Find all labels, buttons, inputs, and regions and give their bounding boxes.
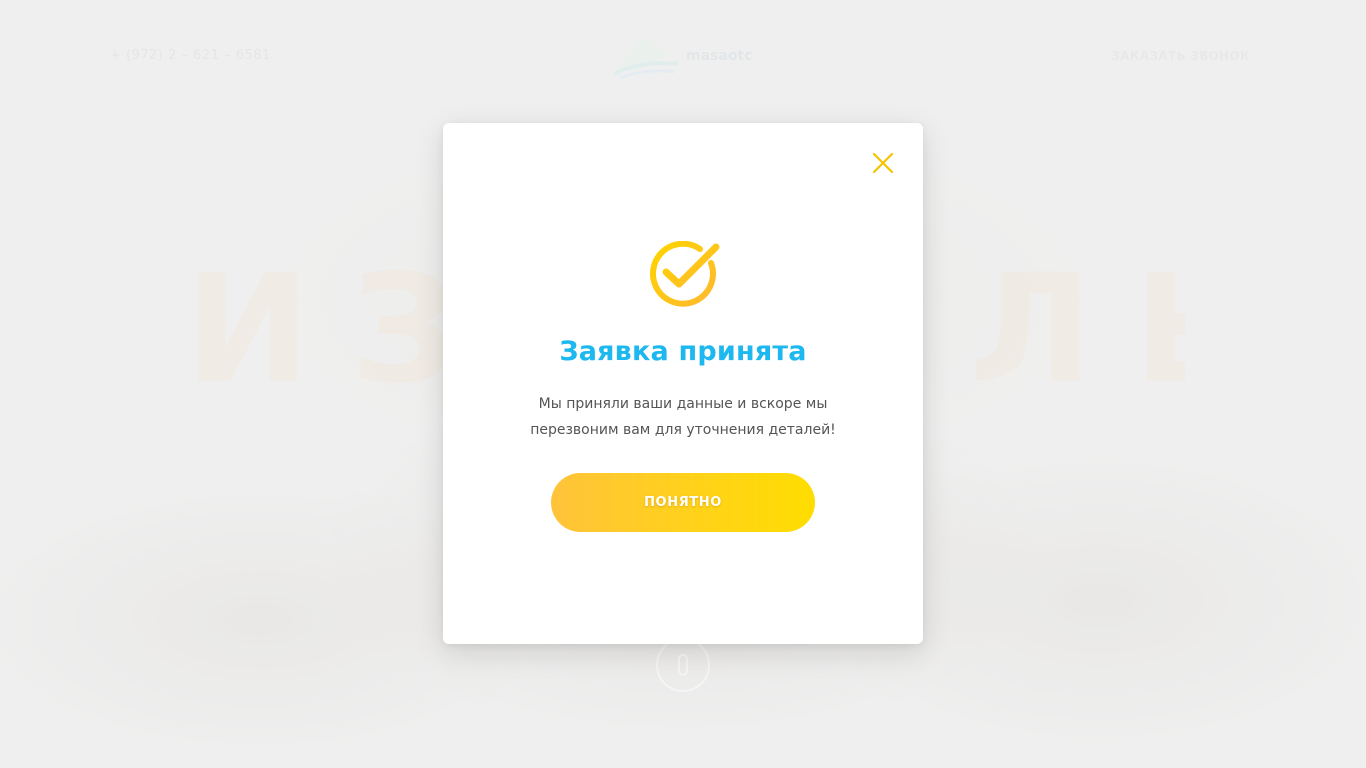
modal-message-line-2: перезвоним вам для уточнения деталей! (530, 422, 836, 438)
ok-button-label: Понятно (644, 495, 722, 510)
close-icon (872, 152, 894, 174)
modal-message-line-1: Мы приняли ваши данные и вскоре мы (538, 396, 828, 412)
modal-message: Мы приняли ваши данные и вскоре мы перез… (513, 391, 853, 443)
success-modal: Заявка принята Мы приняли ваши данные и … (443, 123, 923, 644)
modal-title: Заявка принята (559, 336, 807, 367)
ok-button[interactable]: Понятно (551, 473, 815, 532)
page: + (972) 2 – 621 – 6581 masaotc ЗАКАЗАТЬ … (0, 0, 1366, 768)
check-circle-icon (648, 240, 720, 307)
close-button[interactable] (871, 151, 895, 175)
